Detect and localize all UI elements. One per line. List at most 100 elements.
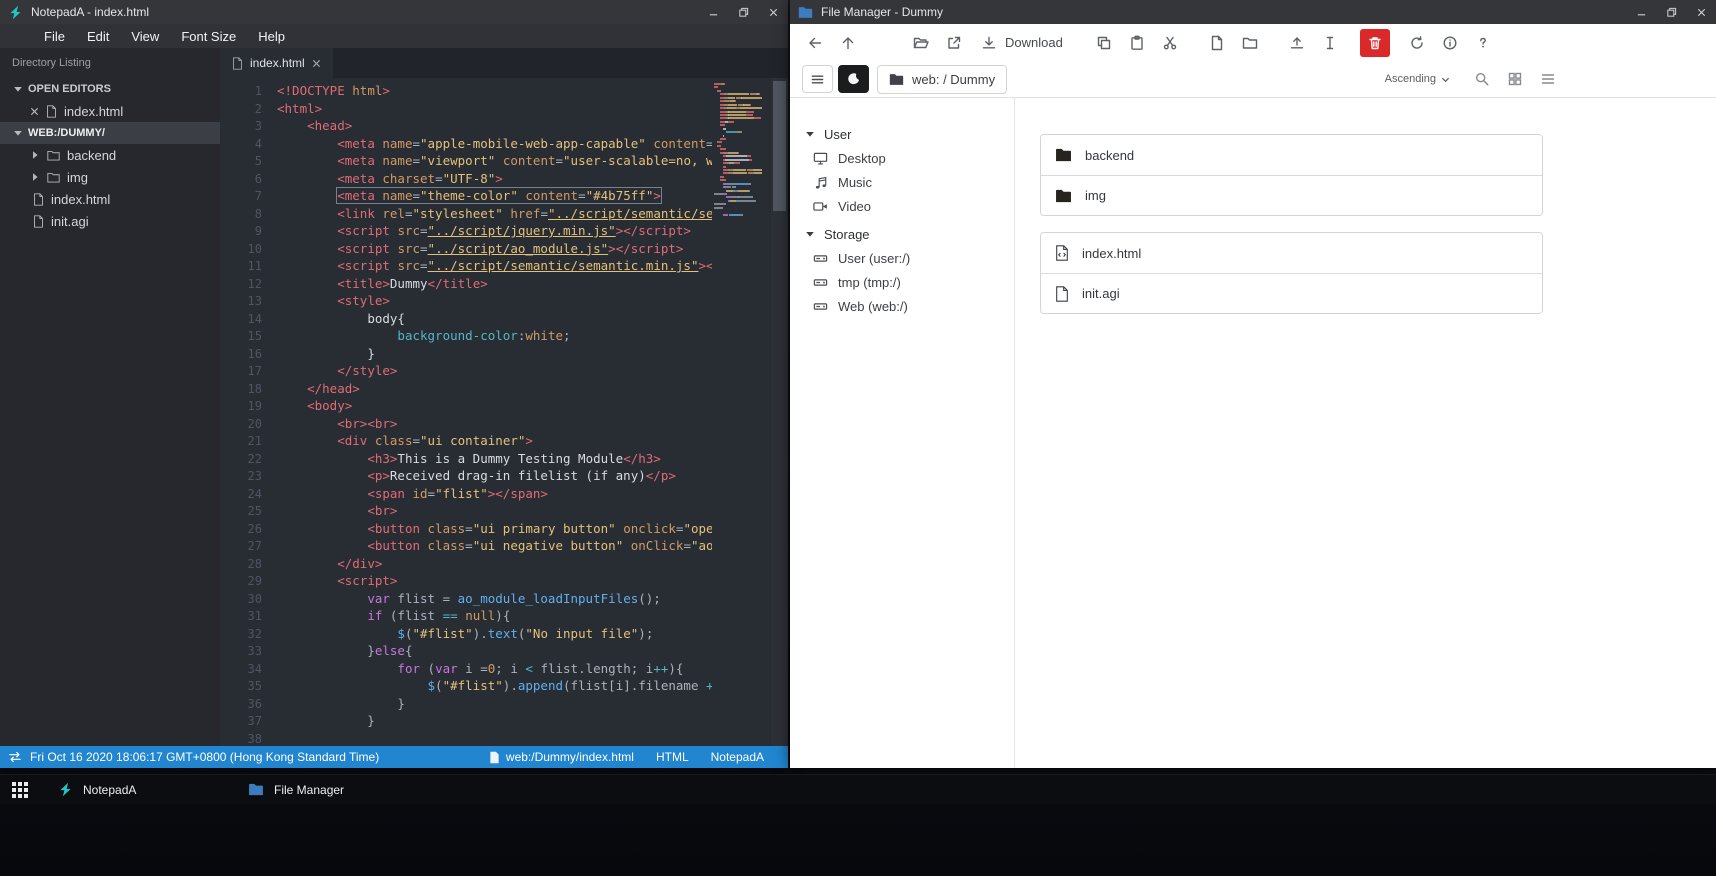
code-line[interactable]: 30 var flist = ao_module_loadInputFiles(… xyxy=(220,590,712,608)
workspace-root[interactable]: WEB:/DUMMY/ xyxy=(0,122,220,144)
back-button[interactable] xyxy=(800,29,830,57)
refresh-button[interactable] xyxy=(1402,29,1432,57)
status-language[interactable]: HTML xyxy=(656,750,689,764)
code-line[interactable]: 12 <title>Dummy</title> xyxy=(220,275,712,293)
code-line[interactable]: 19 <body> xyxy=(220,397,712,415)
code-line[interactable]: 27 <button class="ui negative button" on… xyxy=(220,537,712,555)
scrollbar-thumb[interactable] xyxy=(773,81,786,211)
grid-view-button[interactable] xyxy=(1507,71,1523,87)
sort-dropdown[interactable]: Ascending xyxy=(1385,73,1450,85)
sidebar-item-music[interactable]: Music xyxy=(790,170,1014,194)
open-in-new-button[interactable] xyxy=(939,29,969,57)
upload-button[interactable] xyxy=(1282,29,1312,57)
code-line[interactable]: 15 background-color:white; xyxy=(220,327,712,345)
code-line[interactable]: 7 <meta name="theme-color" content="#4b7… xyxy=(220,187,712,205)
close-tab-icon[interactable] xyxy=(312,59,321,68)
open-editors-section[interactable]: OPEN EDITORS xyxy=(0,78,220,100)
code-line[interactable]: 21 <div class="ui container"> xyxy=(220,432,712,450)
new-folder-button[interactable] xyxy=(1235,29,1265,57)
code-line[interactable]: 24 <span id="flist"></span> xyxy=(220,485,712,503)
code-line[interactable]: 25 <br> xyxy=(220,502,712,520)
code-line[interactable]: 9 <script src="../script/jquery.min.js">… xyxy=(220,222,712,240)
code-line[interactable]: 33 }else{ xyxy=(220,642,712,660)
file-row-backend[interactable]: backend xyxy=(1041,135,1542,175)
code-editor[interactable]: 1 <!DOCTYPE html> 2 <html> 3 <head> 4 <meta n… xyxy=(220,78,788,746)
tree-item-backend[interactable]: backend xyxy=(0,144,220,166)
menu-view[interactable]: View xyxy=(120,24,170,48)
sidebar-item-desktop[interactable]: Desktop xyxy=(790,146,1014,170)
code-line[interactable]: 5 <meta name="viewport" content="user-sc… xyxy=(220,152,712,170)
paste-button[interactable] xyxy=(1122,29,1152,57)
code-line[interactable]: 17 </style> xyxy=(220,362,712,380)
sidebar-section-header[interactable]: User xyxy=(790,122,1014,146)
code-line[interactable]: 37 } xyxy=(220,712,712,730)
code-line[interactable]: 29 <script> xyxy=(220,572,712,590)
list-view-button[interactable] xyxy=(1540,71,1556,87)
copy-button[interactable] xyxy=(1089,29,1119,57)
code-line[interactable]: 10 <script src="../script/ao_module.js">… xyxy=(220,240,712,258)
info-button[interactable] xyxy=(1435,29,1465,57)
file-row-img[interactable]: img xyxy=(1041,175,1542,215)
delete-button[interactable] xyxy=(1359,28,1390,57)
menu-help[interactable]: Help xyxy=(247,24,296,48)
apps-grid-button[interactable] xyxy=(0,775,40,804)
code-line[interactable]: 1 <!DOCTYPE html> xyxy=(220,82,712,100)
code-line[interactable]: 38 xyxy=(220,730,712,747)
close-button[interactable] xyxy=(758,0,788,24)
minimize-button[interactable] xyxy=(698,0,728,24)
code-line[interactable]: 18 </head> xyxy=(220,380,712,398)
code-line[interactable]: 2 <html> xyxy=(220,100,712,118)
code-line[interactable]: 35 $("#flist").append(flist[i].filename … xyxy=(220,677,712,695)
notepada-titlebar[interactable]: NotepadA - index.html xyxy=(0,0,788,24)
tab-index-html[interactable]: index.html xyxy=(220,48,333,78)
breadcrumb[interactable]: web: / Dummy xyxy=(877,64,1008,94)
cut-button[interactable] xyxy=(1155,29,1185,57)
code-line[interactable]: 36 } xyxy=(220,695,712,713)
taskbar-app-notepada[interactable]: NotepadA xyxy=(40,775,230,804)
new-file-button[interactable] xyxy=(1202,29,1232,57)
taskbar-app-file-manager[interactable]: File Manager xyxy=(230,775,420,804)
up-button[interactable] xyxy=(833,29,863,57)
close-button[interactable] xyxy=(1686,0,1716,24)
file-row-init.agi[interactable]: init.agi xyxy=(1041,273,1542,313)
code-line[interactable]: 22 <h3>This is a Dummy Testing Module</h… xyxy=(220,450,712,468)
sidebar-section-header[interactable]: Storage xyxy=(790,222,1014,246)
tree-item-img[interactable]: img xyxy=(0,166,220,188)
code-line[interactable]: 13 <style> xyxy=(220,292,712,310)
menu-file[interactable]: File xyxy=(33,24,76,48)
rename-button[interactable] xyxy=(1315,29,1345,57)
code-line[interactable]: 34 for (var i =0; i < flist.length; i++)… xyxy=(220,660,712,678)
restore-button[interactable] xyxy=(1656,0,1686,24)
search-button[interactable] xyxy=(1474,71,1490,87)
file-row-index.html[interactable]: index.html xyxy=(1041,233,1542,273)
code-line[interactable]: 32 $("#flist").text("No input file"); xyxy=(220,625,712,643)
code-line[interactable]: 6 <meta charset="UTF-8"> xyxy=(220,170,712,188)
sidebar-item-tmp[interactable]: tmp (tmp:/) xyxy=(790,270,1014,294)
code-line[interactable]: 16 } xyxy=(220,345,712,363)
editor-scrollbar[interactable] xyxy=(771,78,788,746)
close-icon[interactable] xyxy=(30,107,39,116)
restore-button[interactable] xyxy=(728,0,758,24)
code-line[interactable]: 20 <br><br> xyxy=(220,415,712,433)
menu-toggle-button[interactable] xyxy=(802,65,833,93)
code-line[interactable]: 31 if (flist == null){ xyxy=(220,607,712,625)
menu-edit[interactable]: Edit xyxy=(76,24,120,48)
minimap[interactable] xyxy=(714,83,762,217)
code-line[interactable]: 28 </div> xyxy=(220,555,712,573)
status-app[interactable]: NotepadA xyxy=(711,750,764,764)
download-button[interactable]: Download xyxy=(972,29,1072,57)
dark-mode-button[interactable] xyxy=(838,65,869,93)
code-line[interactable]: 26 <button class="ui primary button" onc… xyxy=(220,520,712,538)
sidebar-item-user[interactable]: User (user:/) xyxy=(790,246,1014,270)
code-line[interactable]: 4 <meta name="apple-mobile-web-app-capab… xyxy=(220,135,712,153)
sidebar-item-web[interactable]: Web (web:/) xyxy=(790,294,1014,318)
open-editor-item[interactable]: index.html xyxy=(0,100,220,122)
menu-font-size[interactable]: Font Size xyxy=(170,24,247,48)
help-button[interactable] xyxy=(1468,29,1498,57)
code-line[interactable]: 14 body{ xyxy=(220,310,712,328)
open-folder-button[interactable] xyxy=(906,29,936,57)
code-line[interactable]: 11 <script src="../script/semantic/seman… xyxy=(220,257,712,275)
tree-item-index.html[interactable]: index.html xyxy=(0,188,220,210)
tree-item-init.agi[interactable]: init.agi xyxy=(0,210,220,232)
filemanager-titlebar[interactable]: File Manager - Dummy xyxy=(790,0,1716,24)
